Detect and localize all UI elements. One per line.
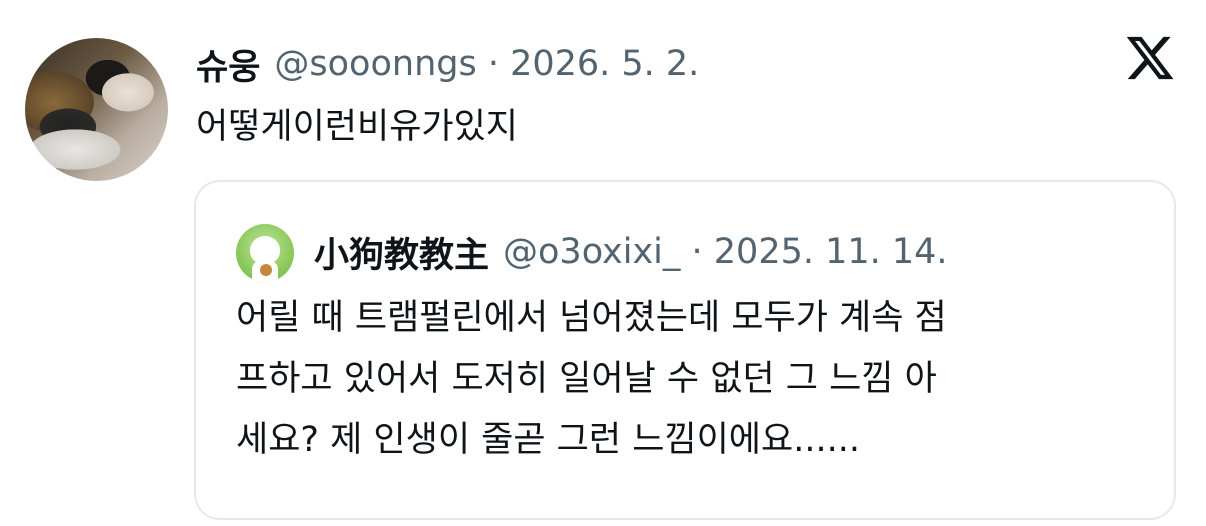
quoted-tweet-card[interactable]: 小狗教教主 @o3oxixi_ · 2025. 11. 14. 어릴 때 트램펄… — [194, 180, 1176, 520]
quoted-text-line: 어릴 때 트램펄린에서 넘어졌는데 모두가 계속 점 — [236, 298, 947, 338]
quoted-tweet-header: 小狗教教主 @o3oxixi_ · 2025. 11. 14. — [314, 228, 948, 276]
x-logo-icon[interactable] — [1124, 32, 1176, 84]
quoted-tweet-text: 어릴 때 트램펄린에서 넘어졌는데 모두가 계속 점 프하고 있어서 도저히 일… — [236, 288, 1156, 471]
author-avatar[interactable] — [25, 38, 168, 181]
quoted-text-line: 프하고 있어서 도저히 일어날 수 없던 그 느낌 아 — [236, 359, 937, 399]
quoted-author-avatar[interactable] — [236, 224, 294, 282]
author-handle-and-date[interactable]: @sooonngs · 2026. 5. 2. — [274, 44, 699, 84]
tweet-text: 어떻게이런비유가있지 — [196, 107, 519, 147]
quoted-text-line: 세요? 제 인생이 줄곧 그런 느낌이에요...... — [236, 420, 860, 460]
quoted-author-handle-and-date[interactable]: @o3oxixi_ · 2025. 11. 14. — [503, 232, 948, 272]
author-display-name[interactable]: 슈웅 — [196, 39, 260, 90]
quoted-author-display-name[interactable]: 小狗教教主 — [314, 227, 489, 278]
tweet-header: 슈웅 @sooonngs · 2026. 5. 2. — [196, 40, 699, 88]
